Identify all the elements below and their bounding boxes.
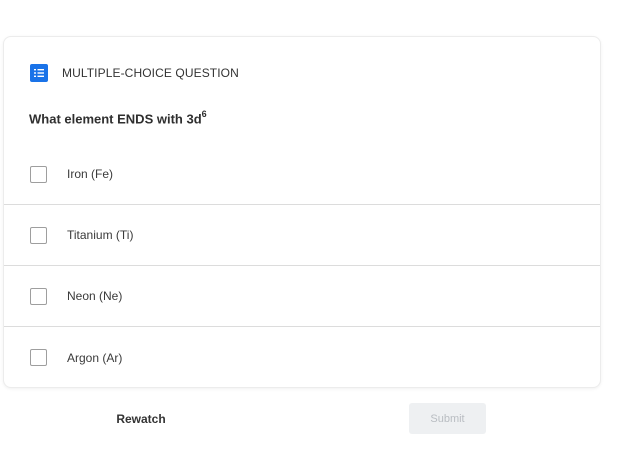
option-iron[interactable]: Iron (Fe)	[4, 144, 600, 205]
option-titanium[interactable]: Titanium (Ti)	[4, 205, 600, 266]
checkbox[interactable]	[30, 349, 47, 366]
option-argon[interactable]: Argon (Ar)	[4, 327, 600, 387]
rewatch-button[interactable]: Rewatch	[100, 405, 182, 433]
option-label: Titanium (Ti)	[67, 228, 134, 242]
option-neon[interactable]: Neon (Ne)	[4, 266, 600, 327]
question-text-superscript: 6	[201, 109, 207, 119]
checkbox[interactable]	[30, 165, 47, 183]
question-text: What element ENDS with 3d6	[29, 109, 207, 127]
checkbox[interactable]	[30, 287, 47, 305]
option-label: Neon (Ne)	[67, 289, 123, 303]
question-header: MULTIPLE-CHOICE QUESTION	[30, 64, 239, 82]
options-list: Iron (Fe) Titanium (Ti) Neon (Ne) Argon …	[4, 144, 600, 387]
option-label: Iron (Fe)	[67, 167, 114, 181]
question-type-label: MULTIPLE-CHOICE QUESTION	[62, 66, 239, 80]
checkbox[interactable]	[30, 226, 47, 244]
submit-button[interactable]: Submit	[409, 403, 486, 434]
option-label: Argon (Ar)	[67, 350, 123, 365]
question-card: MULTIPLE-CHOICE QUESTION What element EN…	[3, 36, 601, 388]
question-text-main: What element ENDS with 3d	[29, 111, 202, 127]
list-icon	[30, 64, 48, 82]
